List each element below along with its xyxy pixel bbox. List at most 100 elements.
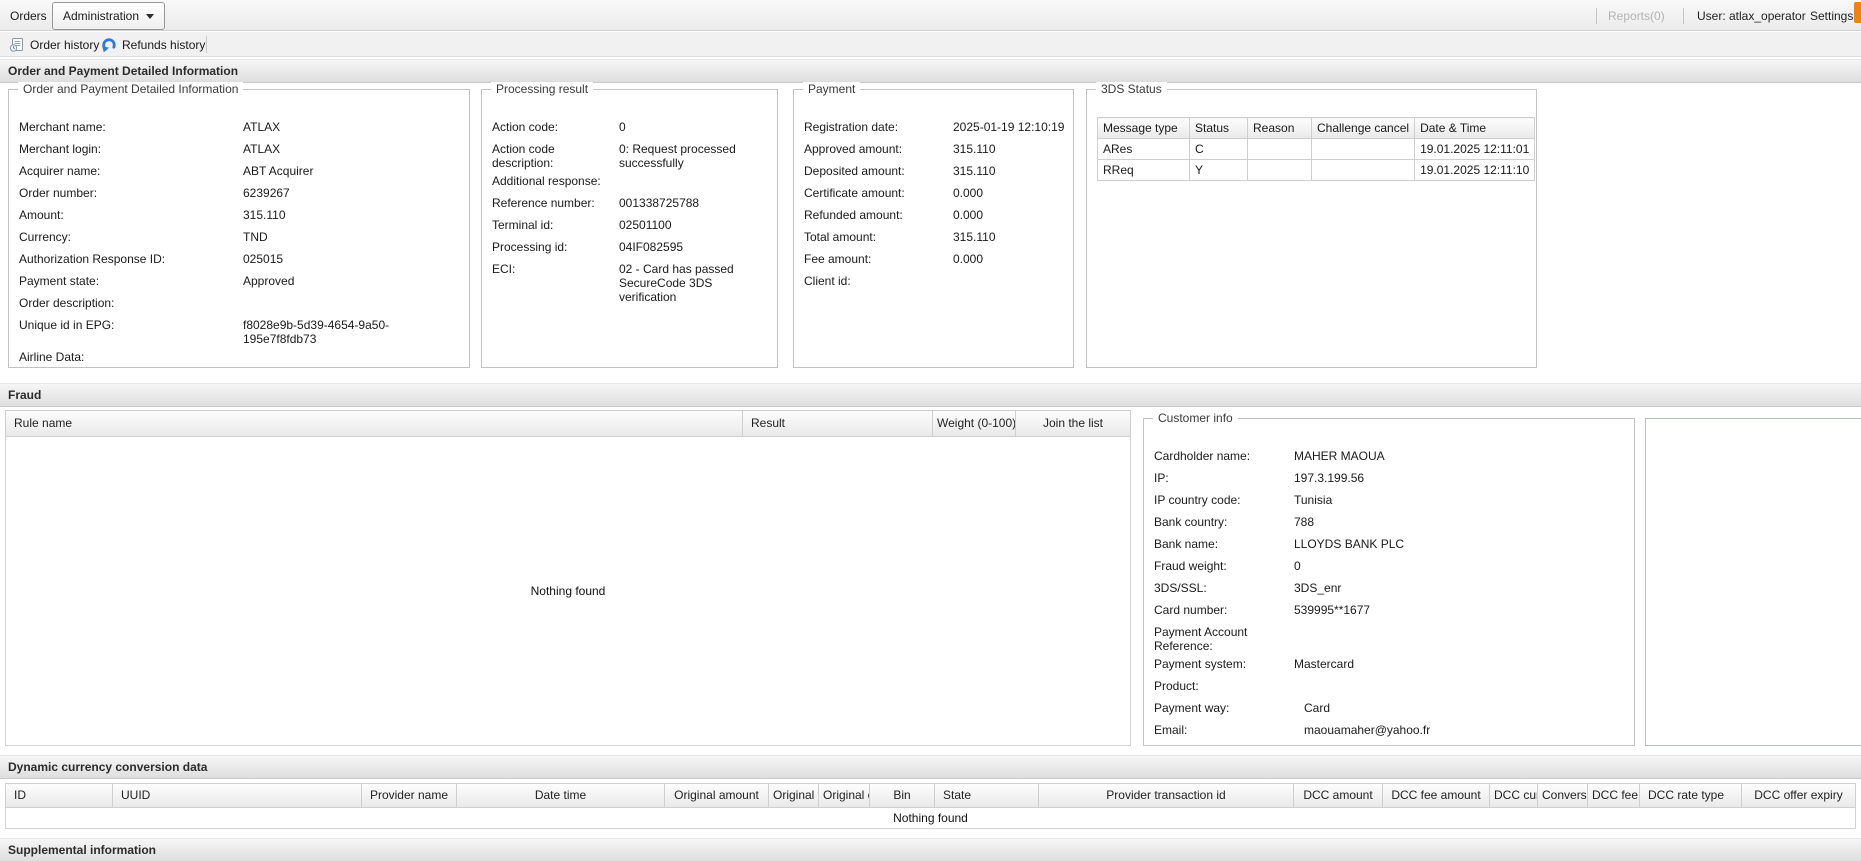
field-value: 6239267	[243, 186, 461, 204]
field-value: 315.110	[953, 164, 1065, 182]
field-value: ATLAX	[243, 120, 461, 138]
refunds-history-button[interactable]: Refunds history	[97, 35, 208, 54]
column-header[interactable]: Result	[743, 411, 933, 436]
cell-challenge-cancel	[1312, 160, 1415, 181]
column-header[interactable]: Rule name	[6, 411, 743, 436]
column-header[interactable]: Original c	[819, 784, 870, 807]
column-header[interactable]: DCC offer expiry	[1742, 784, 1855, 807]
field-label: Additional response:	[492, 174, 619, 192]
field-row: Terminal id:02501100	[492, 214, 769, 236]
field-value: 2025-01-19 12:10:19	[953, 120, 1065, 138]
field-row: Deposited amount:315.110	[804, 160, 1065, 182]
field-label: Terminal id:	[492, 218, 619, 236]
field-label: Currency:	[19, 230, 243, 248]
field-label: Registration date:	[804, 120, 953, 138]
column-header[interactable]: Challenge cancel	[1312, 118, 1415, 139]
section-header-supplemental: Supplemental information	[0, 838, 1861, 861]
cell-status: C	[1190, 139, 1248, 160]
field-value: ABT Acquirer	[243, 164, 461, 182]
column-header[interactable]: DCC curr	[1490, 784, 1538, 807]
three-ds-status-table: Message type Status Reason Challenge can…	[1097, 117, 1535, 181]
field-row: Additional response:	[492, 170, 769, 192]
field-row: Airline Data:	[19, 346, 461, 368]
menu-item-settings[interactable]: Settings	[1810, 9, 1853, 23]
menu-item-orders[interactable]: Orders	[10, 9, 47, 23]
field-row: Refunded amount:0.000	[804, 204, 1065, 226]
field-value: 04IF082595	[619, 240, 769, 258]
order-history-button[interactable]: Order history	[6, 35, 102, 54]
column-header[interactable]: Conversi	[1538, 784, 1588, 807]
field-label: 3DS/SSL:	[1154, 581, 1294, 599]
field-label: Merchant login:	[19, 142, 243, 160]
order-history-document-icon	[9, 37, 25, 53]
cut-off-fieldset	[1645, 418, 1861, 746]
field-row: Acquirer name:ABT Acquirer	[19, 160, 461, 182]
field-value: MAHER MAOUA	[1294, 449, 1626, 467]
table-row[interactable]: RReq Y 19.01.2025 12:11:10	[1098, 160, 1535, 181]
field-value: Tunisia	[1294, 493, 1626, 511]
column-header[interactable]: Message type	[1098, 118, 1190, 139]
customer-info-fieldset: Customer info Cardholder name:MAHER MAOU…	[1143, 418, 1635, 746]
column-header[interactable]: Status	[1190, 118, 1248, 139]
fraud-table-header: Rule name Result Weight (0-100) Join the…	[5, 410, 1131, 437]
field-label: Fraud weight:	[1154, 559, 1294, 577]
order-info-fieldset: Order and Payment Detailed Information M…	[8, 89, 470, 368]
table-header-row: Message type Status Reason Challenge can…	[1098, 118, 1535, 139]
column-header[interactable]: ID	[6, 784, 113, 807]
menu-item-administration[interactable]: Administration	[52, 2, 165, 30]
fieldset-legend: Payment	[803, 82, 860, 96]
column-header[interactable]: Original f	[769, 784, 819, 807]
field-label: Airline Data:	[19, 350, 243, 368]
field-value: 001338725788	[619, 196, 769, 214]
table-row[interactable]: ARes C 19.01.2025 12:11:01	[1098, 139, 1535, 160]
field-row: Approved amount:315.110	[804, 138, 1065, 160]
field-value: 315.110	[243, 208, 461, 226]
field-label: Deposited amount:	[804, 164, 953, 182]
field-value	[953, 274, 1065, 292]
field-row: Email:maouamaher@yahoo.fr	[1154, 719, 1626, 741]
field-label: Payment system:	[1154, 657, 1294, 675]
field-value: Approved	[243, 274, 461, 292]
field-label: Total amount:	[804, 230, 953, 248]
menu-item-reports[interactable]: Reports(0)	[1608, 9, 1665, 23]
customer-info-rows: Cardholder name:MAHER MAOUA IP:197.3.199…	[1144, 439, 1634, 741]
field-value: Card	[1294, 701, 1626, 719]
section-header-order-payment: Order and Payment Detailed Information	[0, 59, 1861, 83]
field-label: Action code description:	[492, 142, 619, 170]
column-header[interactable]: Weight (0-100)	[933, 411, 1016, 436]
field-row: IP country code:Tunisia	[1154, 489, 1626, 511]
column-header[interactable]: Date time	[457, 784, 665, 807]
cell-date-time: 19.01.2025 12:11:10	[1415, 160, 1535, 181]
field-value	[1294, 679, 1626, 697]
field-row: Payment state:Approved	[19, 270, 461, 292]
column-header[interactable]: DCC rate type	[1640, 784, 1742, 807]
fieldset-legend: Processing result	[491, 82, 593, 96]
field-label: Reference number:	[492, 196, 619, 214]
column-header[interactable]: Reason	[1248, 118, 1312, 139]
menu-separator	[1683, 8, 1684, 24]
field-value: 315.110	[953, 142, 1065, 160]
field-row: ECI:02 - Card has passed SecureCode 3DS …	[492, 258, 769, 304]
column-header[interactable]: Original amount	[665, 784, 769, 807]
column-header[interactable]: DCC fee amount	[1383, 784, 1490, 807]
column-header[interactable]: UUID	[113, 784, 362, 807]
column-header[interactable]: Join the list	[1016, 411, 1130, 436]
column-header[interactable]: DCC amount	[1294, 784, 1383, 807]
column-header[interactable]: Bin	[870, 784, 935, 807]
section-header-dcc: Dynamic currency conversion data	[0, 755, 1861, 779]
column-header[interactable]: Date & Time	[1415, 118, 1535, 139]
field-label: Order number:	[19, 186, 243, 204]
cell-status: Y	[1190, 160, 1248, 181]
column-header[interactable]: Provider transaction id	[1039, 784, 1294, 807]
cut-off-edge-button[interactable]	[1854, 2, 1861, 23]
refunds-history-label: Refunds history	[122, 38, 205, 52]
field-label: Cardholder name:	[1154, 449, 1294, 467]
column-header[interactable]: DCC fee	[1588, 784, 1640, 807]
column-header[interactable]: Provider name	[362, 784, 457, 807]
field-label: Product:	[1154, 679, 1294, 697]
field-row: 3DS/SSL:3DS_enr	[1154, 577, 1626, 599]
field-label: Authorization Response ID:	[19, 252, 243, 270]
cell-challenge-cancel	[1312, 139, 1415, 160]
cell-date-time: 19.01.2025 12:11:01	[1415, 139, 1535, 160]
column-header[interactable]: State	[935, 784, 1039, 807]
